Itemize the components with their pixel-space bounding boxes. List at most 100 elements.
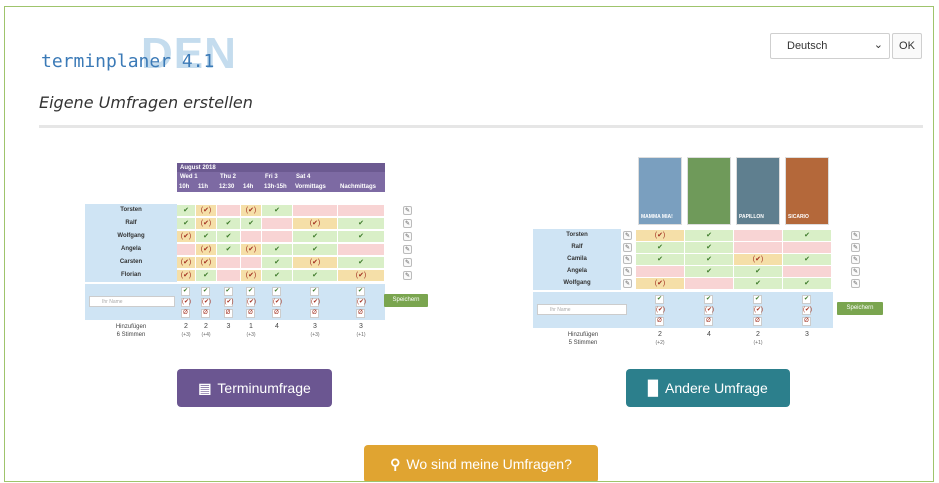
poll-cell — [685, 278, 733, 289]
vote-option[interactable]: ✔ — [310, 287, 319, 296]
vote-option[interactable]: (✔) — [753, 306, 763, 315]
poll-participant-name: Torsten — [85, 204, 177, 217]
vote-option[interactable]: (✔) — [704, 306, 714, 315]
edit-pencil-icon[interactable]: ✎ — [851, 231, 860, 240]
poll-participant-name: Ralf — [85, 217, 177, 230]
edit-pencil-icon[interactable]: ✎ — [403, 271, 412, 280]
movie-poster-title: PAPILLON — [739, 214, 764, 220]
andere-umfrage-button[interactable]: ▉ Andere Umfrage — [626, 369, 790, 407]
edit-pencil-icon[interactable]: ✎ — [403, 232, 412, 241]
vote-option[interactable]: ✔ — [753, 295, 762, 304]
movie-poster: SICARIO — [785, 157, 829, 225]
poll-cell: ✔ — [783, 230, 831, 241]
edit-pencil-icon[interactable]: ✎ — [623, 243, 632, 252]
edit-pencil-icon[interactable]: ✎ — [403, 206, 412, 215]
calendar-icon: ▤ — [198, 380, 212, 396]
language-select[interactable]: Deutsch ⌄ — [770, 33, 890, 59]
poll-cell: (✔) — [177, 270, 195, 281]
save-button[interactable]: Speichern — [837, 302, 883, 315]
new-entry-row: ■Ihr Name✔(✔)Ø✔(✔)Ø✔(✔)Ø✔(✔)Ø✔(✔)Ø✔(✔)Ø✔… — [85, 284, 385, 320]
total-count: 3 — [805, 331, 809, 338]
vote-option[interactable]: (✔) — [356, 298, 366, 307]
edit-pencil-icon[interactable]: ✎ — [403, 258, 412, 267]
vote-option[interactable]: Ø — [802, 317, 811, 326]
vote-option[interactable]: Ø — [272, 309, 281, 318]
edit-pencil-icon[interactable]: ✎ — [851, 279, 860, 288]
vote-option[interactable]: Ø — [246, 309, 255, 318]
poll-cell: (✔) — [293, 218, 337, 229]
vote-option[interactable]: (✔) — [246, 298, 256, 307]
edit-pencil-icon[interactable]: ✎ — [623, 279, 632, 288]
vote-option[interactable]: Ø — [310, 309, 319, 318]
vote-option[interactable]: ✔ — [704, 295, 713, 304]
summary-votes: 6 Stimmen — [116, 332, 146, 338]
chevron-down-icon: ⌄ — [873, 39, 883, 51]
poll-cell: (✔) — [636, 278, 684, 289]
edit-pencil-icon[interactable]: ✎ — [403, 245, 412, 254]
vote-option[interactable]: ✔ — [181, 287, 190, 296]
vote-option[interactable]: (✔) — [272, 298, 282, 307]
total-subcount: (+1) — [753, 340, 763, 346]
vote-option[interactable]: Ø — [223, 309, 233, 318]
ok-button[interactable]: OK — [892, 33, 922, 59]
edit-pencil-icon[interactable]: ✎ — [623, 267, 632, 276]
edit-pencil-icon[interactable]: ✎ — [851, 255, 860, 264]
vote-option[interactable]: Ø — [753, 317, 762, 326]
vote-option[interactable]: Ø — [181, 309, 190, 318]
vote-option[interactable]: ✔ — [655, 295, 664, 304]
summary-label: Hinzufügen — [115, 324, 147, 330]
edit-pencil-icon[interactable]: ✎ — [851, 267, 860, 276]
poll-time-label: Vormittags — [295, 184, 326, 190]
poll-day-label: Sat 4 — [296, 174, 311, 180]
vote-option[interactable]: ✔ — [356, 287, 365, 296]
divider — [39, 125, 923, 128]
vote-option[interactable]: (✔) — [201, 298, 211, 307]
vote-option[interactable]: Ø — [704, 317, 713, 326]
vote-option[interactable]: (✔) — [655, 306, 665, 315]
poll-cell: ✔ — [262, 257, 292, 268]
total-count: 2 — [756, 331, 760, 338]
edit-pencil-icon[interactable]: ✎ — [623, 255, 632, 264]
vote-option[interactable]: (✔) — [223, 298, 234, 307]
total-count: 3 — [359, 323, 363, 330]
terminumfrage-button[interactable]: ▤ Terminumfrage — [177, 369, 332, 407]
edit-pencil-icon[interactable]: ✎ — [851, 243, 860, 252]
poll-cell: (✔) — [293, 257, 337, 268]
poll-cell — [338, 205, 384, 216]
vote-option[interactable]: (✔) — [181, 298, 191, 307]
poll-row: Florian (✔) ✔ (✔) ✔ ✔ (✔) ✎ — [85, 269, 415, 282]
poll-cell: ✔ — [734, 278, 782, 289]
vote-option[interactable]: ✔ — [246, 287, 255, 296]
vote-option[interactable]: (✔) — [802, 306, 812, 315]
total-count: 4 — [275, 323, 279, 330]
poll-row: Ralf ✔ (✔) ✔ ✔ (✔) ✔ ✎ — [85, 217, 415, 230]
edit-pencil-icon[interactable]: ✎ — [403, 219, 412, 228]
poll-cell: ✔ — [262, 244, 292, 255]
poll-cell — [217, 257, 240, 268]
my-polls-button[interactable]: ⚲ Wo sind meine Umfragen? — [364, 445, 598, 481]
save-button[interactable]: Speichern — [384, 294, 428, 307]
vote-option[interactable]: Ø — [201, 309, 210, 318]
poll-cell — [217, 270, 240, 281]
vote-option[interactable]: Ø — [356, 309, 365, 318]
poll-cell — [262, 218, 292, 229]
vote-option[interactable]: ✔ — [272, 287, 281, 296]
vote-option[interactable]: Ø — [655, 317, 664, 326]
total-subcount: (+4) — [201, 332, 211, 338]
vote-option[interactable]: ✔ — [802, 295, 811, 304]
page-title: Eigene Umfragen erstellen — [39, 93, 253, 112]
vote-option[interactable]: (✔) — [310, 298, 320, 307]
poll-cell: (✔) — [177, 257, 195, 268]
vote-option[interactable]: ✔ — [223, 287, 233, 296]
total-count: 4 — [707, 331, 711, 338]
name-input[interactable]: Ihr Name — [89, 296, 175, 307]
name-input[interactable]: Ihr Name — [537, 304, 627, 315]
poll-cell — [338, 244, 384, 255]
total-subcount: (+3) — [246, 332, 256, 338]
vote-option[interactable]: ✔ — [201, 287, 210, 296]
logo[interactable]: DEN terminplaner 4.1 — [41, 29, 241, 79]
poll-cell: ✔ — [685, 230, 733, 241]
edit-pencil-icon[interactable]: ✎ — [623, 231, 632, 240]
poll-cell: ✔ — [217, 231, 240, 242]
poll-cell: ✔ — [262, 205, 292, 216]
